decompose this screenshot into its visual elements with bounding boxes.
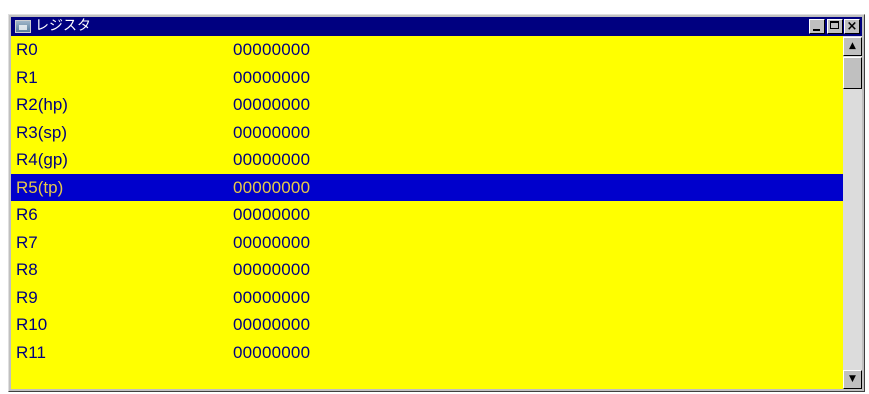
register-row[interactable]: R4(gp) 00000000 [11, 146, 843, 174]
register-value[interactable]: 00000000 [233, 311, 310, 339]
minimize-button[interactable] [809, 19, 825, 34]
register-name: R2(hp) [16, 95, 68, 114]
register-name: R7 [16, 232, 38, 252]
close-button[interactable]: × [844, 19, 860, 34]
window-icon[interactable] [15, 20, 31, 33]
register-row[interactable]: R0 00000000 [11, 36, 843, 64]
register-value[interactable]: 00000000 [233, 201, 310, 229]
register-list-area: R0 00000000 R1 00000000 R2(hp) 00000000 R3(sp)… [11, 36, 862, 389]
register-row[interactable]: R2(hp) 00000000 [11, 91, 843, 119]
maximize-button[interactable] [827, 19, 843, 34]
arrow-up-icon: ▲ [849, 41, 856, 51]
register-value[interactable]: 00000000 [233, 339, 310, 367]
scroll-up-button[interactable]: ▲ [843, 37, 862, 56]
register-value[interactable]: 00000000 [233, 284, 310, 312]
register-name: R0 [16, 40, 38, 59]
scroll-down-button[interactable]: ▼ [843, 370, 862, 389]
register-name: R1 [16, 67, 38, 87]
register-value[interactable]: 00000000 [233, 64, 310, 92]
register-value[interactable]: 00000000 [233, 174, 310, 202]
register-name: R10 [16, 315, 48, 334]
register-value[interactable]: 00000000 [233, 91, 310, 119]
register-row[interactable]: R1 00000000 [11, 64, 843, 92]
register-value[interactable]: 00000000 [233, 36, 310, 64]
register-value[interactable]: 00000000 [233, 119, 310, 147]
register-name: R11 [16, 342, 46, 362]
maximize-icon [830, 21, 839, 29]
register-value[interactable]: 00000000 [233, 229, 310, 257]
scrollbar-thumb[interactable] [843, 57, 862, 89]
register-row[interactable]: R11 00000000 [11, 339, 843, 367]
register-row[interactable]: R8 00000000 [11, 256, 843, 284]
vertical-scrollbar[interactable]: ▲ ▼ [843, 36, 862, 389]
register-name: R5(tp) [16, 177, 64, 197]
register-value[interactable]: 00000000 [233, 146, 310, 174]
register-row[interactable]: R10 00000000 [11, 311, 843, 339]
register-value[interactable]: 00000000 [233, 256, 310, 284]
title-bar[interactable]: レジスタ × [11, 17, 862, 36]
register-row[interactable]: R7 00000000 [11, 229, 843, 257]
register-window: レジスタ × R0 00000000 R1 00000000 R2(hp) 0000000… [8, 14, 865, 392]
minimize-icon [813, 29, 820, 31]
arrow-down-icon: ▼ [849, 374, 856, 384]
register-row[interactable]: R3(sp) 00000000 [11, 119, 843, 147]
register-name: R9 [16, 287, 38, 307]
window-title: レジスタ [35, 18, 91, 34]
register-row[interactable]: R5(tp) 00000000 [11, 173, 843, 202]
register-row[interactable]: R6 00000000 [11, 201, 843, 229]
close-icon: × [846, 19, 858, 34]
register-list: R0 00000000 R1 00000000 R2(hp) 00000000 R3(sp)… [11, 36, 843, 366]
register-row[interactable]: R9 00000000 [11, 284, 843, 312]
register-name: R6 [16, 205, 38, 224]
register-name: R3(sp) [16, 122, 68, 142]
register-name: R4(gp) [16, 150, 68, 169]
register-name: R8 [16, 260, 38, 279]
